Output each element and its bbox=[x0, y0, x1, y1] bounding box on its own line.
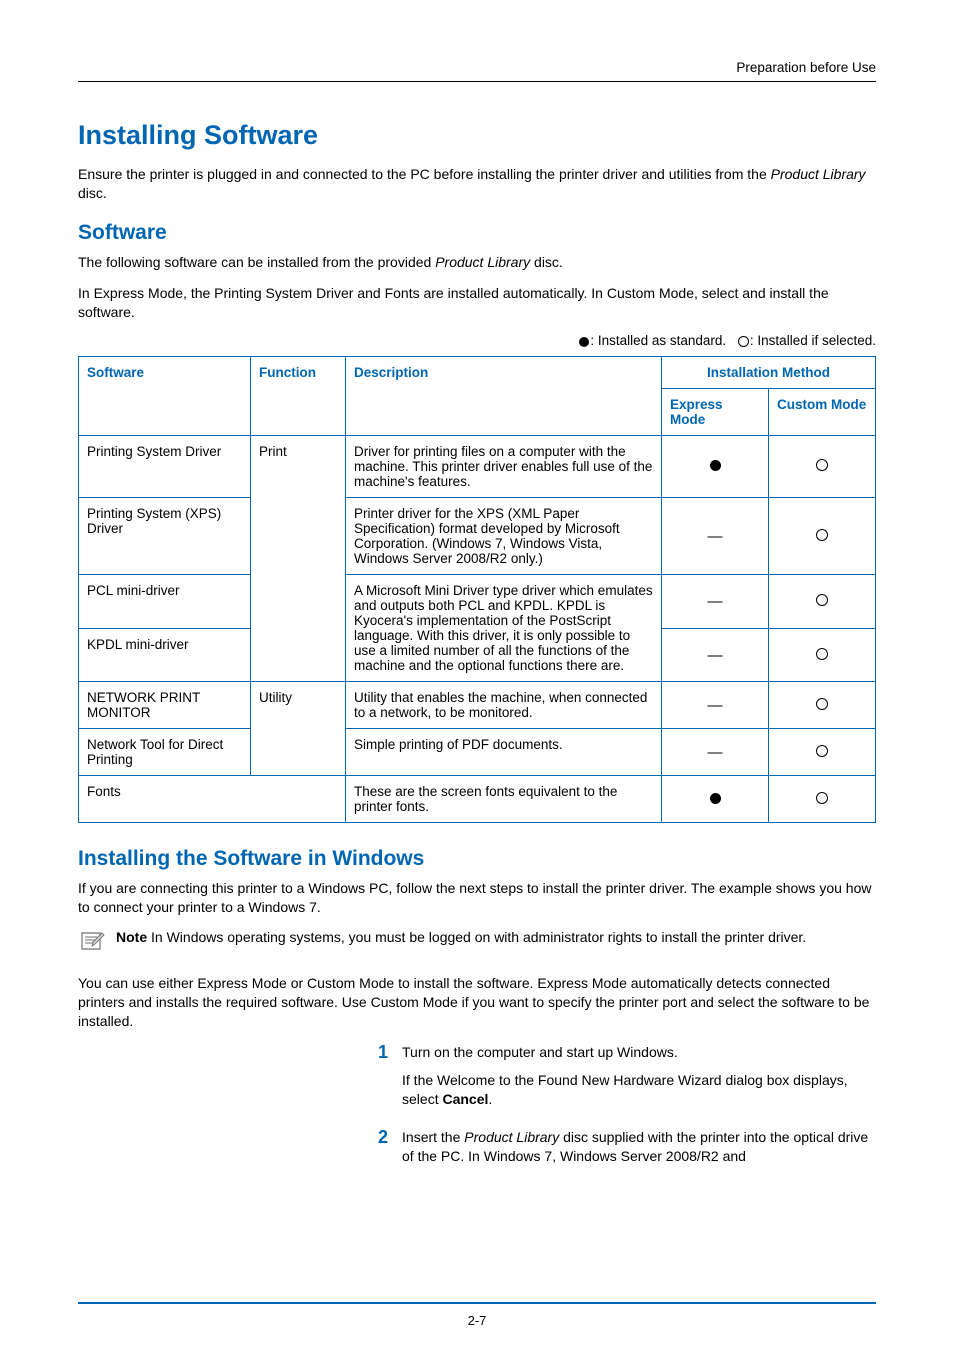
step-list: 1 Turn on the computer and start up Wind… bbox=[378, 1043, 876, 1175]
cell-express bbox=[662, 436, 769, 498]
dash-icon: — bbox=[708, 697, 723, 714]
step-2-p1-em: Product Library bbox=[464, 1129, 559, 1145]
th-custom: Custom Mode bbox=[769, 389, 876, 436]
cell-software: Printing System (XPS) Driver bbox=[79, 498, 251, 575]
hollow-circle-icon bbox=[816, 648, 828, 660]
step-1-p2: If the Welcome to the Found New Hardware… bbox=[402, 1071, 876, 1110]
th-function: Function bbox=[251, 357, 346, 436]
note-text: Note In Windows operating systems, you m… bbox=[116, 929, 806, 945]
page-number: 2-7 bbox=[0, 1313, 954, 1328]
software-p1: The following software can be installed … bbox=[78, 253, 876, 272]
step-1: 1 Turn on the computer and start up Wind… bbox=[378, 1043, 876, 1118]
step-2: 2 Insert the Product Library disc suppli… bbox=[378, 1128, 876, 1175]
hollow-circle-icon bbox=[816, 459, 828, 471]
cell-software: NETWORK PRINT MONITOR bbox=[79, 682, 251, 729]
hollow-circle-icon bbox=[816, 529, 828, 541]
software-p2: In Express Mode, the Printing System Dri… bbox=[78, 284, 876, 322]
cell-function: Print bbox=[251, 436, 346, 682]
step-2-p1a: Insert the bbox=[402, 1129, 464, 1145]
hollow-circle-icon bbox=[816, 745, 828, 757]
hollow-circle-icon bbox=[816, 698, 828, 710]
hollow-circle-icon bbox=[816, 792, 828, 804]
software-p1-em: Product Library bbox=[435, 254, 530, 270]
cell-custom bbox=[769, 729, 876, 776]
cell-description: Utility that enables the machine, when c… bbox=[346, 682, 662, 729]
step-1-p1: Turn on the computer and start up Window… bbox=[402, 1043, 876, 1063]
cell-express: — bbox=[662, 729, 769, 776]
step-1-p2b: Cancel bbox=[442, 1091, 488, 1107]
cell-software: Network Tool for Direct Printing bbox=[79, 729, 251, 776]
step-2-p1: Insert the Product Library disc supplied… bbox=[402, 1128, 876, 1167]
software-heading: Software bbox=[78, 221, 876, 245]
cell-description: A Microsoft Mini Driver type driver whic… bbox=[346, 575, 662, 682]
cell-description: Simple printing of PDF documents. bbox=[346, 729, 662, 776]
intro-italic: Product Library bbox=[771, 166, 866, 182]
table-row: PCL mini-driver A Microsoft Mini Driver … bbox=[79, 575, 876, 629]
cell-custom bbox=[769, 498, 876, 575]
th-description: Description bbox=[346, 357, 662, 436]
cell-express: — bbox=[662, 682, 769, 729]
step-1-p2c: . bbox=[488, 1091, 492, 1107]
table-row: Printing System (XPS) Driver Printer dri… bbox=[79, 498, 876, 575]
hollow-circle-icon bbox=[816, 594, 828, 606]
note-rest: In Windows operating systems, you must b… bbox=[147, 929, 806, 945]
install-p1: If you are connecting this printer to a … bbox=[78, 879, 876, 917]
cell-custom bbox=[769, 776, 876, 823]
cell-software: PCL mini-driver bbox=[79, 575, 251, 629]
table-row: Printing System Driver Print Driver for … bbox=[79, 436, 876, 498]
cell-custom bbox=[769, 575, 876, 629]
step-number: 1 bbox=[378, 1043, 388, 1118]
cell-description: Driver for printing files on a computer … bbox=[346, 436, 662, 498]
cell-software: Fonts bbox=[79, 776, 346, 823]
cell-express: — bbox=[662, 498, 769, 575]
hollow-circle-icon bbox=[738, 336, 749, 347]
dash-icon: — bbox=[708, 647, 723, 664]
intro-paragraph: Ensure the printer is plugged in and con… bbox=[78, 165, 876, 203]
filled-circle-icon bbox=[579, 337, 589, 347]
cell-custom bbox=[769, 436, 876, 498]
cell-function: Utility bbox=[251, 682, 346, 776]
header-rule bbox=[78, 81, 876, 82]
dash-icon: — bbox=[708, 593, 723, 610]
cell-express bbox=[662, 776, 769, 823]
th-method: Installation Method bbox=[662, 357, 876, 389]
table-row: Network Tool for Direct Printing Simple … bbox=[79, 729, 876, 776]
table-row: NETWORK PRINT MONITOR Utility Utility th… bbox=[79, 682, 876, 729]
section-title: Installing Software bbox=[78, 120, 876, 151]
dash-icon: — bbox=[708, 744, 723, 761]
legend-sel: : Installed if selected. bbox=[750, 333, 876, 348]
intro-text-b: disc. bbox=[78, 185, 107, 201]
step-number: 2 bbox=[378, 1128, 388, 1175]
install-p2: You can use either Express Mode or Custo… bbox=[78, 974, 876, 1031]
cell-custom bbox=[769, 628, 876, 682]
cell-description: Printer driver for the XPS (XML Paper Sp… bbox=[346, 498, 662, 575]
legend-std: : Installed as standard. bbox=[590, 333, 730, 348]
th-software: Software bbox=[79, 357, 251, 436]
filled-circle-icon bbox=[710, 460, 721, 471]
dash-icon: — bbox=[708, 528, 723, 545]
note-icon bbox=[78, 931, 106, 960]
legend: : Installed as standard. : Installed if … bbox=[78, 333, 876, 348]
install-windows-heading: Installing the Software in Windows bbox=[78, 847, 876, 871]
cell-express: — bbox=[662, 628, 769, 682]
intro-text-a: Ensure the printer is plugged in and con… bbox=[78, 166, 771, 182]
table-row: Fonts These are the screen fonts equival… bbox=[79, 776, 876, 823]
note-bold: Note bbox=[116, 929, 147, 945]
running-head: Preparation before Use bbox=[78, 60, 876, 75]
cell-express: — bbox=[662, 575, 769, 629]
filled-circle-icon bbox=[710, 793, 721, 804]
cell-software: Printing System Driver bbox=[79, 436, 251, 498]
cell-description: These are the screen fonts equivalent to… bbox=[346, 776, 662, 823]
cell-software: KPDL mini-driver bbox=[79, 628, 251, 682]
footer-rule bbox=[78, 1302, 876, 1304]
note-block: Note In Windows operating systems, you m… bbox=[78, 929, 876, 960]
software-table: Software Function Description Installati… bbox=[78, 356, 876, 823]
software-p1b: disc. bbox=[530, 254, 563, 270]
cell-custom bbox=[769, 682, 876, 729]
th-express: Express Mode bbox=[662, 389, 769, 436]
software-p1a: The following software can be installed … bbox=[78, 254, 435, 270]
